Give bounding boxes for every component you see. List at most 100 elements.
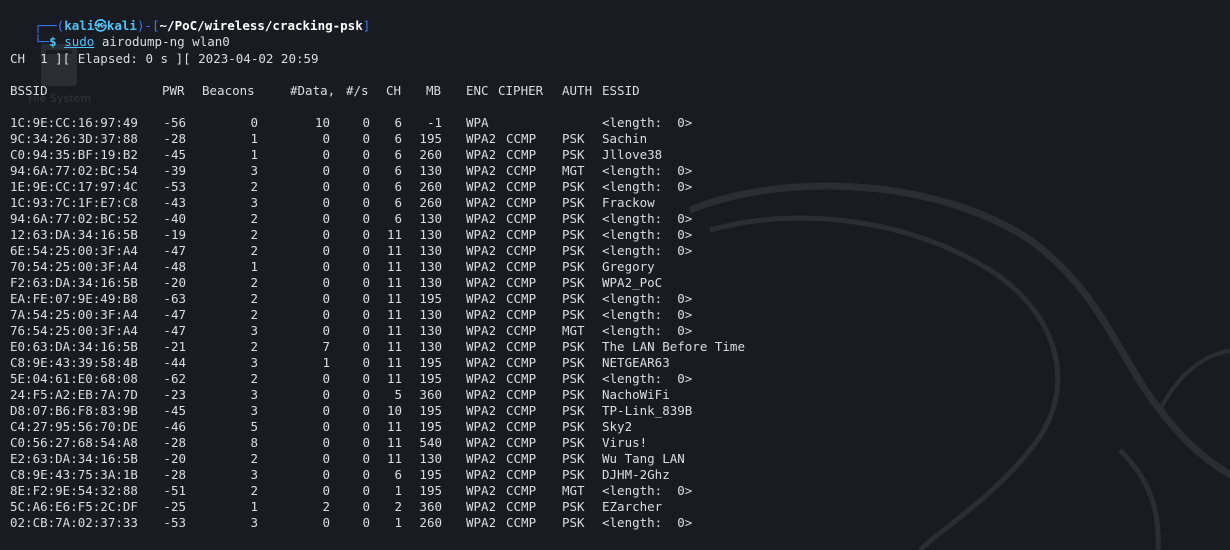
cell-pwr: -19 <box>163 227 186 242</box>
cell-essid: TP-Link_839B <box>602 403 693 418</box>
cell-enc: WPA2 <box>466 227 497 242</box>
cell-ch: 6 <box>394 163 402 178</box>
cell-auth: PSK <box>562 403 585 418</box>
cell-bssid: 7A:54:25:00:3F:A4 <box>10 307 138 322</box>
cell-enc: WPA2 <box>466 163 497 178</box>
cell-beacons: 2 <box>250 211 258 226</box>
cell-mb: 360 <box>419 387 442 402</box>
cell-auth: PSK <box>562 419 585 434</box>
cell-rate: 0 <box>362 387 370 402</box>
cell-rate: 0 <box>362 515 370 530</box>
cell-rate: 0 <box>362 211 370 226</box>
cell-mb: 130 <box>419 163 442 178</box>
cell-rate: 0 <box>362 355 370 370</box>
cell-rate: 0 <box>362 243 370 258</box>
table-row: 1C:9E:CC:16:97:49 -56 0 10 0 6 -1 WPA <length: 0… <box>0 115 1230 131</box>
cell-mb: 130 <box>419 451 442 466</box>
cell-mb: 130 <box>419 307 442 322</box>
cell-data: 0 <box>322 259 330 274</box>
cell-data: 0 <box>322 403 330 418</box>
cell-enc: WPA2 <box>466 195 497 210</box>
cell-mb: 195 <box>419 403 442 418</box>
cell-cipher: CCMP <box>506 259 537 274</box>
cell-cipher: CCMP <box>506 387 537 402</box>
cell-cipher: CCMP <box>506 371 537 386</box>
cell-mb: 130 <box>419 243 442 258</box>
cell-mb: 195 <box>419 467 442 482</box>
col-auth: AUTH <box>562 83 593 98</box>
cell-essid: <length: 0> <box>602 243 693 258</box>
cell-rate: 0 <box>362 291 370 306</box>
cell-essid: <length: 0> <box>602 483 693 498</box>
table-row: 5C:A6:E6:F5:2C:DF -25 1 2 0 2 360 WPA2 CCMP PSK EZ… <box>0 499 1230 515</box>
cell-beacons: 3 <box>250 467 258 482</box>
cell-enc: WPA2 <box>466 403 497 418</box>
cell-pwr: -47 <box>163 323 186 338</box>
cell-rate: 0 <box>362 163 370 178</box>
table-row: 12:63:DA:34:16:5B -19 2 0 0 11 130 WPA2 CCMP PSK <… <box>0 227 1230 243</box>
cell-enc: WPA2 <box>466 371 497 386</box>
cell-mb: 130 <box>419 275 442 290</box>
command-line: └─$ sudo airodump-ng wlan0 <box>4 18 230 49</box>
cell-auth: MGT <box>562 163 585 178</box>
table-row: C0:94:35:BF:19:B2 -45 1 0 0 6 260 WPA2 CCMP PSK Jl… <box>0 147 1230 163</box>
cell-essid: <length: 0> <box>602 179 693 194</box>
cell-data: 0 <box>322 371 330 386</box>
cell-rate: 0 <box>362 307 370 322</box>
cell-pwr: -47 <box>163 307 186 322</box>
cell-data: 0 <box>322 211 330 226</box>
cell-enc: WPA2 <box>466 211 497 226</box>
prompt-close-bracket: ] <box>362 18 371 33</box>
cell-bssid: E0:63:DA:34:16:5B <box>10 339 138 354</box>
cell-ch: 1 <box>394 483 402 498</box>
cell-auth: PSK <box>562 307 585 322</box>
cell-data: 0 <box>322 179 330 194</box>
cell-bssid: C0:94:35:BF:19:B2 <box>10 147 138 162</box>
cell-beacons: 3 <box>250 515 258 530</box>
cell-essid: DJHM-2Ghz <box>602 467 670 482</box>
table-row: 8E:F2:9E:54:32:88 -51 2 0 0 1 195 WPA2 CCMP MGT <l… <box>0 483 1230 499</box>
cell-data: 0 <box>322 467 330 482</box>
cell-bssid: D8:07:B6:F8:83:9B <box>10 403 138 418</box>
cell-auth: PSK <box>562 435 585 450</box>
cell-enc: WPA2 <box>466 419 497 434</box>
cell-auth: PSK <box>562 371 585 386</box>
cell-beacons: 2 <box>250 275 258 290</box>
cell-cipher: CCMP <box>506 355 537 370</box>
cell-pwr: -45 <box>163 147 186 162</box>
cell-data: 0 <box>322 131 330 146</box>
cell-beacons: 3 <box>250 403 258 418</box>
cell-mb: 195 <box>419 291 442 306</box>
cell-essid: Sachin <box>602 131 648 146</box>
cell-data: 10 <box>314 115 330 130</box>
cell-bssid: C8:9E:43:39:58:4B <box>10 355 138 370</box>
table-row: C8:9E:43:75:3A:1B -28 3 0 0 6 195 WPA2 CCMP PSK DJ… <box>0 467 1230 483</box>
cell-beacons: 2 <box>250 451 258 466</box>
cell-essid: WPA2_PoC <box>602 275 663 290</box>
cell-bssid: C0:56:27:68:54:A8 <box>10 435 138 450</box>
cell-mb: 195 <box>419 419 442 434</box>
cell-cipher: CCMP <box>506 131 537 146</box>
cell-auth: PSK <box>562 147 585 162</box>
cell-ch: 11 <box>386 419 402 434</box>
cell-enc: WPA2 <box>466 307 497 322</box>
cell-ch: 11 <box>386 227 402 242</box>
cell-cipher: CCMP <box>506 499 537 514</box>
table-row: C0:56:27:68:54:A8 -28 8 0 0 11 540 WPA2 CCMP PSK V… <box>0 435 1230 451</box>
cell-bssid: 5E:04:61:E0:68:08 <box>10 371 138 386</box>
table-row: E0:63:DA:34:16:5B -21 2 7 0 11 130 WPA2 CCMP PSK T… <box>0 339 1230 355</box>
cell-ch: 6 <box>394 211 402 226</box>
cell-essid: <length: 0> <box>602 291 693 306</box>
cell-cipher: CCMP <box>506 467 537 482</box>
cell-rate: 0 <box>362 275 370 290</box>
cell-mb: 260 <box>419 515 442 530</box>
table-row: C8:9E:43:39:58:4B -44 3 1 0 11 195 WPA2 CCMP PSK N… <box>0 355 1230 371</box>
cell-enc: WPA2 <box>466 483 497 498</box>
cell-pwr: -47 <box>163 243 186 258</box>
cell-data: 0 <box>322 243 330 258</box>
cell-cipher: CCMP <box>506 323 537 338</box>
cell-ch: 5 <box>394 387 402 402</box>
cell-pwr: -28 <box>163 435 186 450</box>
cell-enc: WPA2 <box>466 499 497 514</box>
cell-ch: 6 <box>394 467 402 482</box>
